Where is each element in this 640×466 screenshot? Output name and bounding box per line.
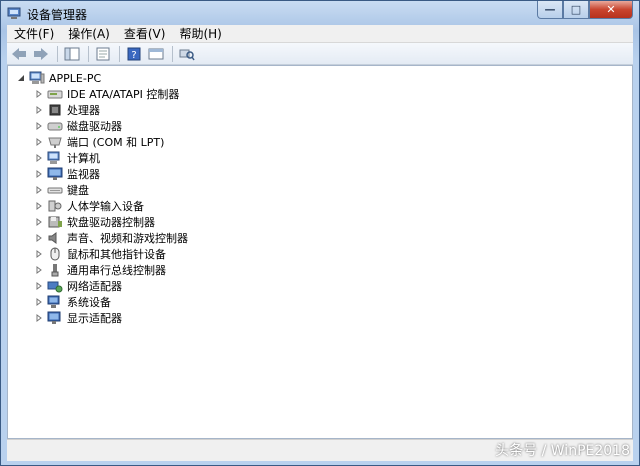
collapse-icon[interactable]: [16, 73, 26, 83]
show-hide-tree-button[interactable]: [62, 45, 82, 63]
tree-item-label: 声音、视频和游戏控制器: [67, 232, 188, 245]
tree-item[interactable]: 通用串行总线控制器: [34, 262, 166, 278]
sound-icon: [47, 231, 63, 245]
network-adapter-icon: [47, 279, 63, 293]
tree-item[interactable]: 鼠标和其他指针设备: [34, 246, 166, 262]
port-icon: [47, 135, 63, 149]
tree-item-label: 端口 (COM 和 LPT): [67, 136, 165, 149]
watermark-text: 头条号 / WinPE2018: [495, 443, 630, 459]
expand-icon[interactable]: [34, 233, 44, 243]
menu-view[interactable]: 查看(V): [117, 25, 173, 43]
back-arrow-icon: [12, 47, 26, 60]
back-button[interactable]: [9, 45, 29, 63]
expand-icon[interactable]: [34, 153, 44, 163]
expand-icon[interactable]: [34, 217, 44, 227]
tree-item[interactable]: 软盘驱动器控制器: [34, 214, 155, 230]
floppy-controller-icon: [47, 215, 63, 229]
help-button[interactable]: ?: [124, 45, 144, 63]
tree-item[interactable]: 网络适配器: [34, 278, 122, 294]
menu-help[interactable]: 帮助(H): [172, 25, 228, 43]
toolbar: ?: [7, 43, 633, 65]
tree-item-label: 网络适配器: [67, 280, 122, 293]
expand-icon[interactable]: [34, 89, 44, 99]
tree-root-label: APPLE-PC: [49, 71, 102, 85]
toolbar-separator: [88, 45, 89, 62]
svg-text:?: ?: [131, 50, 136, 61]
expand-icon[interactable]: [34, 105, 44, 115]
expand-icon[interactable]: [34, 185, 44, 195]
close-button[interactable]: ✕: [589, 1, 633, 19]
show-hide-tree-icon: [64, 47, 80, 60]
tree-item[interactable]: 系统设备: [34, 294, 111, 310]
ide-controller-icon: [47, 87, 63, 101]
system-device-icon: [47, 295, 63, 309]
expand-icon[interactable]: [34, 201, 44, 211]
display-adapter-icon: [47, 311, 63, 325]
tree-item-label: 监视器: [67, 168, 100, 181]
expand-icon[interactable]: [34, 137, 44, 147]
tree-item[interactable]: 声音、视频和游戏控制器: [34, 230, 188, 246]
tree-item-label: 通用串行总线控制器: [67, 264, 166, 277]
expand-icon[interactable]: [34, 281, 44, 291]
expand-icon[interactable]: [34, 313, 44, 323]
toolbar-separator: [119, 45, 120, 62]
device-manager-window: 设备管理器 — □ ✕ 文件(F) 操作(A) 查看(V) 帮助(H) ? AP…: [0, 0, 640, 466]
menu-bar: 文件(F) 操作(A) 查看(V) 帮助(H): [7, 25, 633, 43]
tree-item-label: 计算机: [67, 152, 100, 165]
properties-icon: [96, 47, 110, 60]
tree-item[interactable]: 监视器: [34, 166, 100, 182]
maximize-button[interactable]: □: [563, 1, 589, 19]
tree-item-label: 处理器: [67, 104, 100, 117]
expand-icon[interactable]: [34, 169, 44, 179]
expand-icon[interactable]: [34, 265, 44, 275]
tree-item[interactable]: 键盘: [34, 182, 89, 198]
tree-item[interactable]: 计算机: [34, 150, 100, 166]
computer-icon: [29, 71, 45, 85]
forward-button[interactable]: [31, 45, 51, 63]
view-button[interactable]: [146, 45, 166, 63]
menu-action[interactable]: 操作(A): [61, 25, 117, 43]
help-icon: ?: [127, 47, 141, 61]
device-manager-icon: [7, 6, 21, 20]
toolbar-separator: [172, 45, 173, 62]
tree-item[interactable]: 磁盘驱动器: [34, 118, 122, 134]
scan-hardware-button[interactable]: [177, 45, 197, 63]
scan-hardware-icon: [179, 49, 195, 60]
toolbar-separator: [57, 45, 58, 62]
device-tree-panel[interactable]: APPLE-PC IDE ATA/ATAPI 控制器 处理器磁盘驱动器端口 (CO…: [7, 65, 633, 439]
expand-icon[interactable]: [34, 121, 44, 131]
expand-icon[interactable]: [34, 249, 44, 259]
tree-item-label: 显示适配器: [67, 312, 122, 325]
forward-arrow-icon: [34, 47, 48, 60]
tree-item-label: 系统设备: [67, 296, 111, 309]
title-bar[interactable]: 设备管理器 — □ ✕: [1, 1, 639, 25]
disk-drive-icon: [47, 119, 63, 133]
caption-buttons: — □ ✕: [537, 1, 633, 19]
tree-item-label: 磁盘驱动器: [67, 120, 122, 133]
tree-item-label: 键盘: [67, 184, 89, 197]
monitor-icon: [47, 167, 63, 181]
tree-item[interactable]: 处理器: [34, 102, 100, 118]
tree-item[interactable]: 端口 (COM 和 LPT): [34, 134, 164, 150]
view-icon: [148, 48, 164, 59]
tree-item-label: 鼠标和其他指针设备: [67, 248, 166, 261]
keyboard-icon: [47, 183, 63, 197]
tree-item-label: IDE ATA/ATAPI 控制器: [67, 88, 180, 101]
tree-item-label: 软盘驱动器控制器: [67, 216, 155, 229]
mouse-icon: [47, 247, 63, 261]
window-title: 设备管理器: [27, 8, 88, 22]
tree-item-label: 人体学输入设备: [67, 200, 144, 213]
tree-item[interactable]: 人体学输入设备: [34, 198, 144, 214]
usb-icon: [47, 263, 63, 277]
processor-icon: [47, 103, 63, 117]
tree-root-row[interactable]: APPLE-PC: [16, 70, 101, 86]
minimize-button[interactable]: —: [537, 1, 563, 19]
menu-file[interactable]: 文件(F): [7, 25, 61, 43]
tree-item[interactable]: 显示适配器: [34, 310, 122, 326]
properties-button[interactable]: [93, 45, 113, 63]
expand-icon[interactable]: [34, 297, 44, 307]
computer-icon: [47, 151, 63, 165]
hid-icon: [47, 199, 63, 213]
tree-item[interactable]: IDE ATA/ATAPI 控制器: [34, 86, 179, 102]
